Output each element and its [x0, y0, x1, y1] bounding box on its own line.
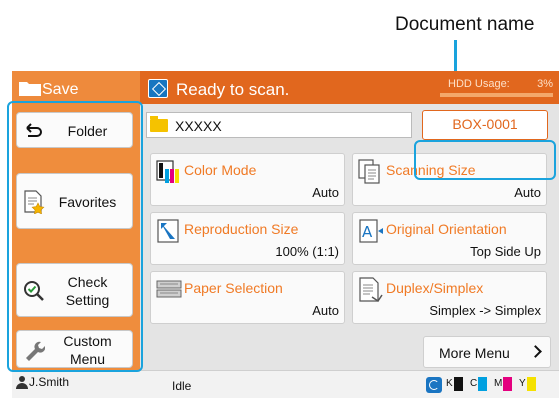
sync-icon[interactable]	[426, 377, 442, 393]
original-orientation-value: Top Side Up	[470, 244, 541, 259]
status-area: Ready to scan. HDD Usage: 3%	[140, 71, 559, 104]
top-bar: Save Ready to scan. HDD Usage: 3%	[12, 71, 559, 104]
ink-k-label: K	[446, 378, 453, 389]
document-name-field[interactable]: XXXXX	[146, 112, 412, 138]
ink-y-bar	[527, 377, 536, 391]
document-name-value: XXXXX	[175, 118, 222, 134]
save-tab[interactable]: Save	[12, 71, 140, 104]
status-bar: J.Smith Idle K C M Y	[12, 370, 559, 398]
ink-y-label: Y	[519, 378, 526, 389]
duplex-simplex-title: Duplex/Simplex	[386, 280, 484, 296]
original-orientation-icon: A	[359, 219, 383, 243]
ink-k-bar	[454, 377, 463, 391]
duplex-simplex-icon	[359, 277, 383, 303]
hdd-usage-value: 3%	[537, 78, 553, 90]
user-icon	[16, 376, 28, 389]
scan-ready-icon	[148, 79, 168, 98]
reproduction-size-tile[interactable]: Reproduction Size 100% (1:1)	[150, 212, 345, 265]
original-orientation-tile[interactable]: A Original Orientation Top Side Up	[352, 212, 547, 265]
paper-selection-title: Paper Selection	[184, 280, 283, 296]
color-mode-value: Auto	[312, 185, 339, 200]
reproduction-size-value: 100% (1:1)	[275, 244, 339, 259]
ink-m-bar	[503, 377, 512, 391]
chevron-right-icon	[529, 345, 542, 358]
folder-icon	[150, 116, 168, 132]
status-message: Ready to scan.	[176, 80, 290, 99]
box-button[interactable]: BOX-0001	[422, 110, 548, 140]
color-mode-tile[interactable]: Color Mode Auto	[150, 153, 345, 206]
save-tab-label: Save	[42, 81, 79, 98]
paper-selection-tile[interactable]: Paper Selection Auto	[150, 271, 345, 324]
hdd-usage-bar	[440, 93, 553, 97]
paper-selection-value: Auto	[312, 303, 339, 318]
reproduction-size-title: Reproduction Size	[184, 221, 299, 237]
machine-state: Idle	[172, 379, 192, 393]
hdd-usage-label: HDD Usage:	[448, 78, 510, 90]
user-name: J.Smith	[29, 375, 70, 389]
document-name-highlight	[414, 140, 556, 180]
original-orientation-title: Original Orientation	[386, 221, 507, 237]
paper-tray-icon	[156, 280, 182, 298]
color-mode-icon	[156, 160, 179, 183]
duplex-simplex-tile[interactable]: Duplex/Simplex Simplex -> Simplex	[352, 271, 547, 324]
sidebar-highlight	[7, 101, 143, 372]
scanning-size-value: Auto	[514, 185, 541, 200]
svg-text:A: A	[362, 223, 373, 241]
ink-c-bar	[478, 377, 487, 391]
folder-icon	[19, 82, 41, 96]
ink-c-label: C	[470, 378, 478, 389]
reproduction-size-icon	[157, 219, 179, 243]
ink-m-label: M	[494, 378, 503, 389]
document-name-callout: Document name	[395, 14, 535, 35]
more-menu-label: More Menu	[439, 345, 510, 361]
more-menu-button[interactable]: More Menu	[423, 336, 551, 368]
color-mode-title: Color Mode	[184, 162, 257, 178]
scanning-size-icon	[358, 159, 380, 184]
duplex-simplex-value: Simplex -> Simplex	[429, 303, 541, 318]
